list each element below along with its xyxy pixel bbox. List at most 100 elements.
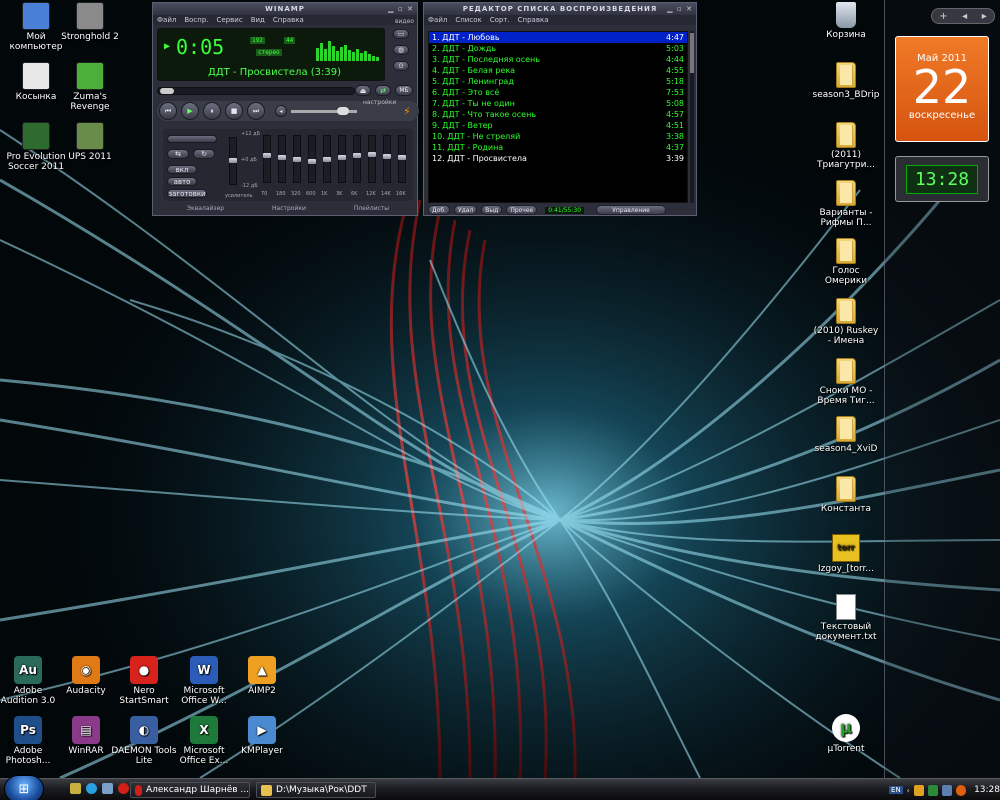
- tray-arrow-icon[interactable]: ‹: [907, 786, 910, 795]
- sidebar-prev-button[interactable]: ◂: [962, 11, 967, 22]
- sidebar-add-gadget-button[interactable]: +: [939, 11, 947, 22]
- tray-icon-4[interactable]: [956, 784, 967, 796]
- eq-preamp-slider[interactable]: [229, 137, 237, 185]
- video-button[interactable]: ▭: [393, 29, 409, 39]
- settings-label[interactable]: настройки: [363, 99, 396, 106]
- tray-icon-2[interactable]: [927, 784, 938, 796]
- playlist-window-buttons[interactable]: ▁ ▫ ✕: [667, 5, 693, 13]
- desktop-icon[interactable]: ● Nero StartSmart: [110, 656, 178, 706]
- ql-icon-1[interactable]: [70, 783, 81, 794]
- desktop-icon[interactable]: Варианты - Рифмы П...: [812, 180, 880, 228]
- eq-band-slider[interactable]: [308, 135, 316, 183]
- playlist-titlebar[interactable]: РЕДАКТОР СПИСКА ВОСПРОИЗВЕДЕНИЯ ▁ ▫ ✕: [424, 3, 696, 15]
- desktop-icon[interactable]: UPS 2011: [56, 122, 124, 162]
- desktop-icon[interactable]: (2010) Ruskey - Имена: [812, 298, 880, 346]
- opera-ql-icon[interactable]: [118, 783, 129, 794]
- desktop-icon[interactable]: torr Izgoy_[torr...: [812, 534, 880, 574]
- eq-band-slider[interactable]: [293, 135, 301, 183]
- eq-band-slider[interactable]: [353, 135, 361, 183]
- playlist-menu-item[interactable]: Сорт.: [490, 16, 510, 24]
- winamp-tab[interactable]: Плейлисты: [354, 205, 389, 215]
- desktop-icon[interactable]: Корзина: [812, 2, 880, 40]
- lang-indicator[interactable]: EN: [889, 786, 903, 794]
- playlist-row[interactable]: 8. ДДТ - Что такое осень 4:57: [429, 109, 687, 120]
- play-button[interactable]: ▶: [181, 102, 199, 120]
- eq-band-slider[interactable]: [263, 135, 271, 183]
- eq-auto-button[interactable]: авто: [167, 177, 197, 186]
- playlist-button[interactable]: Удал: [453, 205, 478, 215]
- eq-balance-slider[interactable]: [167, 135, 217, 143]
- winamp-menu-item[interactable]: Вид: [251, 16, 265, 24]
- seek-bar[interactable]: [157, 87, 355, 95]
- pause-button[interactable]: ⏸: [203, 102, 221, 120]
- playlist-row[interactable]: 11. ДДТ - Родина 4:37: [429, 142, 687, 153]
- eq-on-button[interactable]: вкл: [167, 165, 197, 174]
- eject-button[interactable]: ⏏: [355, 85, 371, 96]
- previous-button[interactable]: ⏮: [159, 102, 177, 120]
- playlist-button[interactable]: Выд: [481, 205, 503, 215]
- mb-button[interactable]: МБ: [395, 85, 413, 96]
- desktop-icon[interactable]: µ µTorrent: [812, 714, 880, 754]
- desktop-icon[interactable]: season4_XviD: [812, 416, 880, 454]
- volume-slider[interactable]: [291, 107, 357, 115]
- playlist-row[interactable]: 7. ДДТ - Ты не один 5:08: [429, 98, 687, 109]
- eq-shuffle-button[interactable]: ⇆: [167, 149, 189, 159]
- winamp-tab[interactable]: Настройки: [272, 205, 306, 215]
- desktop-icon[interactable]: Сноки МО - Время Тиг...: [812, 358, 880, 406]
- eq-band-slider[interactable]: [278, 135, 286, 183]
- desktop-icon[interactable]: Stronghold 2: [56, 2, 124, 42]
- crossfade-button[interactable]: ⇄: [375, 85, 391, 96]
- playlist-menu-item[interactable]: Список: [455, 16, 481, 24]
- playlist-row[interactable]: 5. ДДТ - Ленинград 5:18: [429, 76, 687, 87]
- lightning-icon[interactable]: ⚡: [403, 105, 411, 118]
- eq-band-slider[interactable]: [338, 135, 346, 183]
- playlist-row[interactable]: 3. ДДТ - Последняя осень 4:44: [429, 54, 687, 65]
- sidebar-next-button[interactable]: ▸: [982, 11, 987, 22]
- playlist-row[interactable]: 10. ДДТ - Не стреляй 3:38: [429, 131, 687, 142]
- winamp-tab[interactable]: Эквалайзер: [187, 205, 224, 215]
- visual-button[interactable]: ◍: [393, 45, 409, 55]
- volume-thumb[interactable]: [337, 107, 349, 115]
- playlist-row[interactable]: 2. ДДТ - Дождь 5:03: [429, 43, 687, 54]
- library-button[interactable]: ⊙: [393, 61, 409, 71]
- playlist-row[interactable]: 4. ДДТ - Белая река 4:55: [429, 65, 687, 76]
- desktop-icon[interactable]: ▲ AIMP2: [228, 656, 296, 696]
- desktop-icon[interactable]: Константа: [812, 476, 880, 514]
- playlist-row[interactable]: 6. ДДТ - Это всё 7:53: [429, 87, 687, 98]
- network-icon[interactable]: [941, 784, 953, 796]
- winamp-window-buttons[interactable]: ▁ ▫ ✕: [388, 5, 414, 13]
- tray-icon-1[interactable]: [913, 784, 924, 796]
- winamp-menu-item[interactable]: Файл: [157, 16, 176, 24]
- playlist-row[interactable]: 1. ДДТ - Любовь 4:47: [429, 32, 687, 43]
- start-button[interactable]: ⊞: [4, 775, 44, 800]
- clock-gadget[interactable]: 13:28: [895, 156, 989, 202]
- playlist-row[interactable]: 9. ДДТ - Ветер 4:51: [429, 120, 687, 131]
- winamp-menu-item[interactable]: Воспр.: [184, 16, 208, 24]
- desktop-icon[interactable]: ▶ KMPlayer: [228, 716, 296, 756]
- playlist-button[interactable]: Доб.: [428, 205, 450, 215]
- eq-repeat-button[interactable]: ↻: [193, 149, 215, 159]
- desktop-icon[interactable]: Текстовый документ.txt: [812, 594, 880, 642]
- winamp-menu-item[interactable]: Справка: [273, 16, 304, 24]
- manage-button[interactable]: Управление: [596, 205, 667, 215]
- ql-icon-3[interactable]: [102, 783, 113, 794]
- volume-icon[interactable]: ◂: [275, 105, 287, 117]
- playlist-menu-item[interactable]: Файл: [428, 16, 447, 24]
- next-button[interactable]: ⏭: [247, 102, 265, 120]
- playlist-button[interactable]: Прочее: [506, 205, 538, 215]
- desktop-icon[interactable]: ◐ DAEMON Tools Lite: [110, 716, 178, 766]
- eq-presets-button[interactable]: заготовки: [167, 189, 207, 198]
- task-button[interactable]: D:\Музыка\Рок\DDT: [256, 782, 376, 798]
- winamp-menu-item[interactable]: Сервис: [217, 16, 243, 24]
- playlist-scrollbar[interactable]: [690, 31, 694, 203]
- desktop-icon[interactable]: Zuma's Revenge: [56, 62, 124, 112]
- tray-clock[interactable]: 13:28: [974, 785, 1000, 795]
- skype-icon[interactable]: [86, 783, 97, 794]
- desktop-icon[interactable]: Голос Омерики: [812, 238, 880, 286]
- playlist-row[interactable]: 12. ДДТ - Просвистела 3:39: [429, 153, 687, 164]
- eq-band-slider[interactable]: [368, 135, 376, 183]
- seek-thumb[interactable]: [160, 88, 174, 94]
- desktop-icon[interactable]: season3_BDrip: [812, 62, 880, 100]
- winamp-titlebar[interactable]: WINAMP ▁ ▫ ✕: [153, 3, 417, 15]
- stop-button[interactable]: ■: [225, 102, 243, 120]
